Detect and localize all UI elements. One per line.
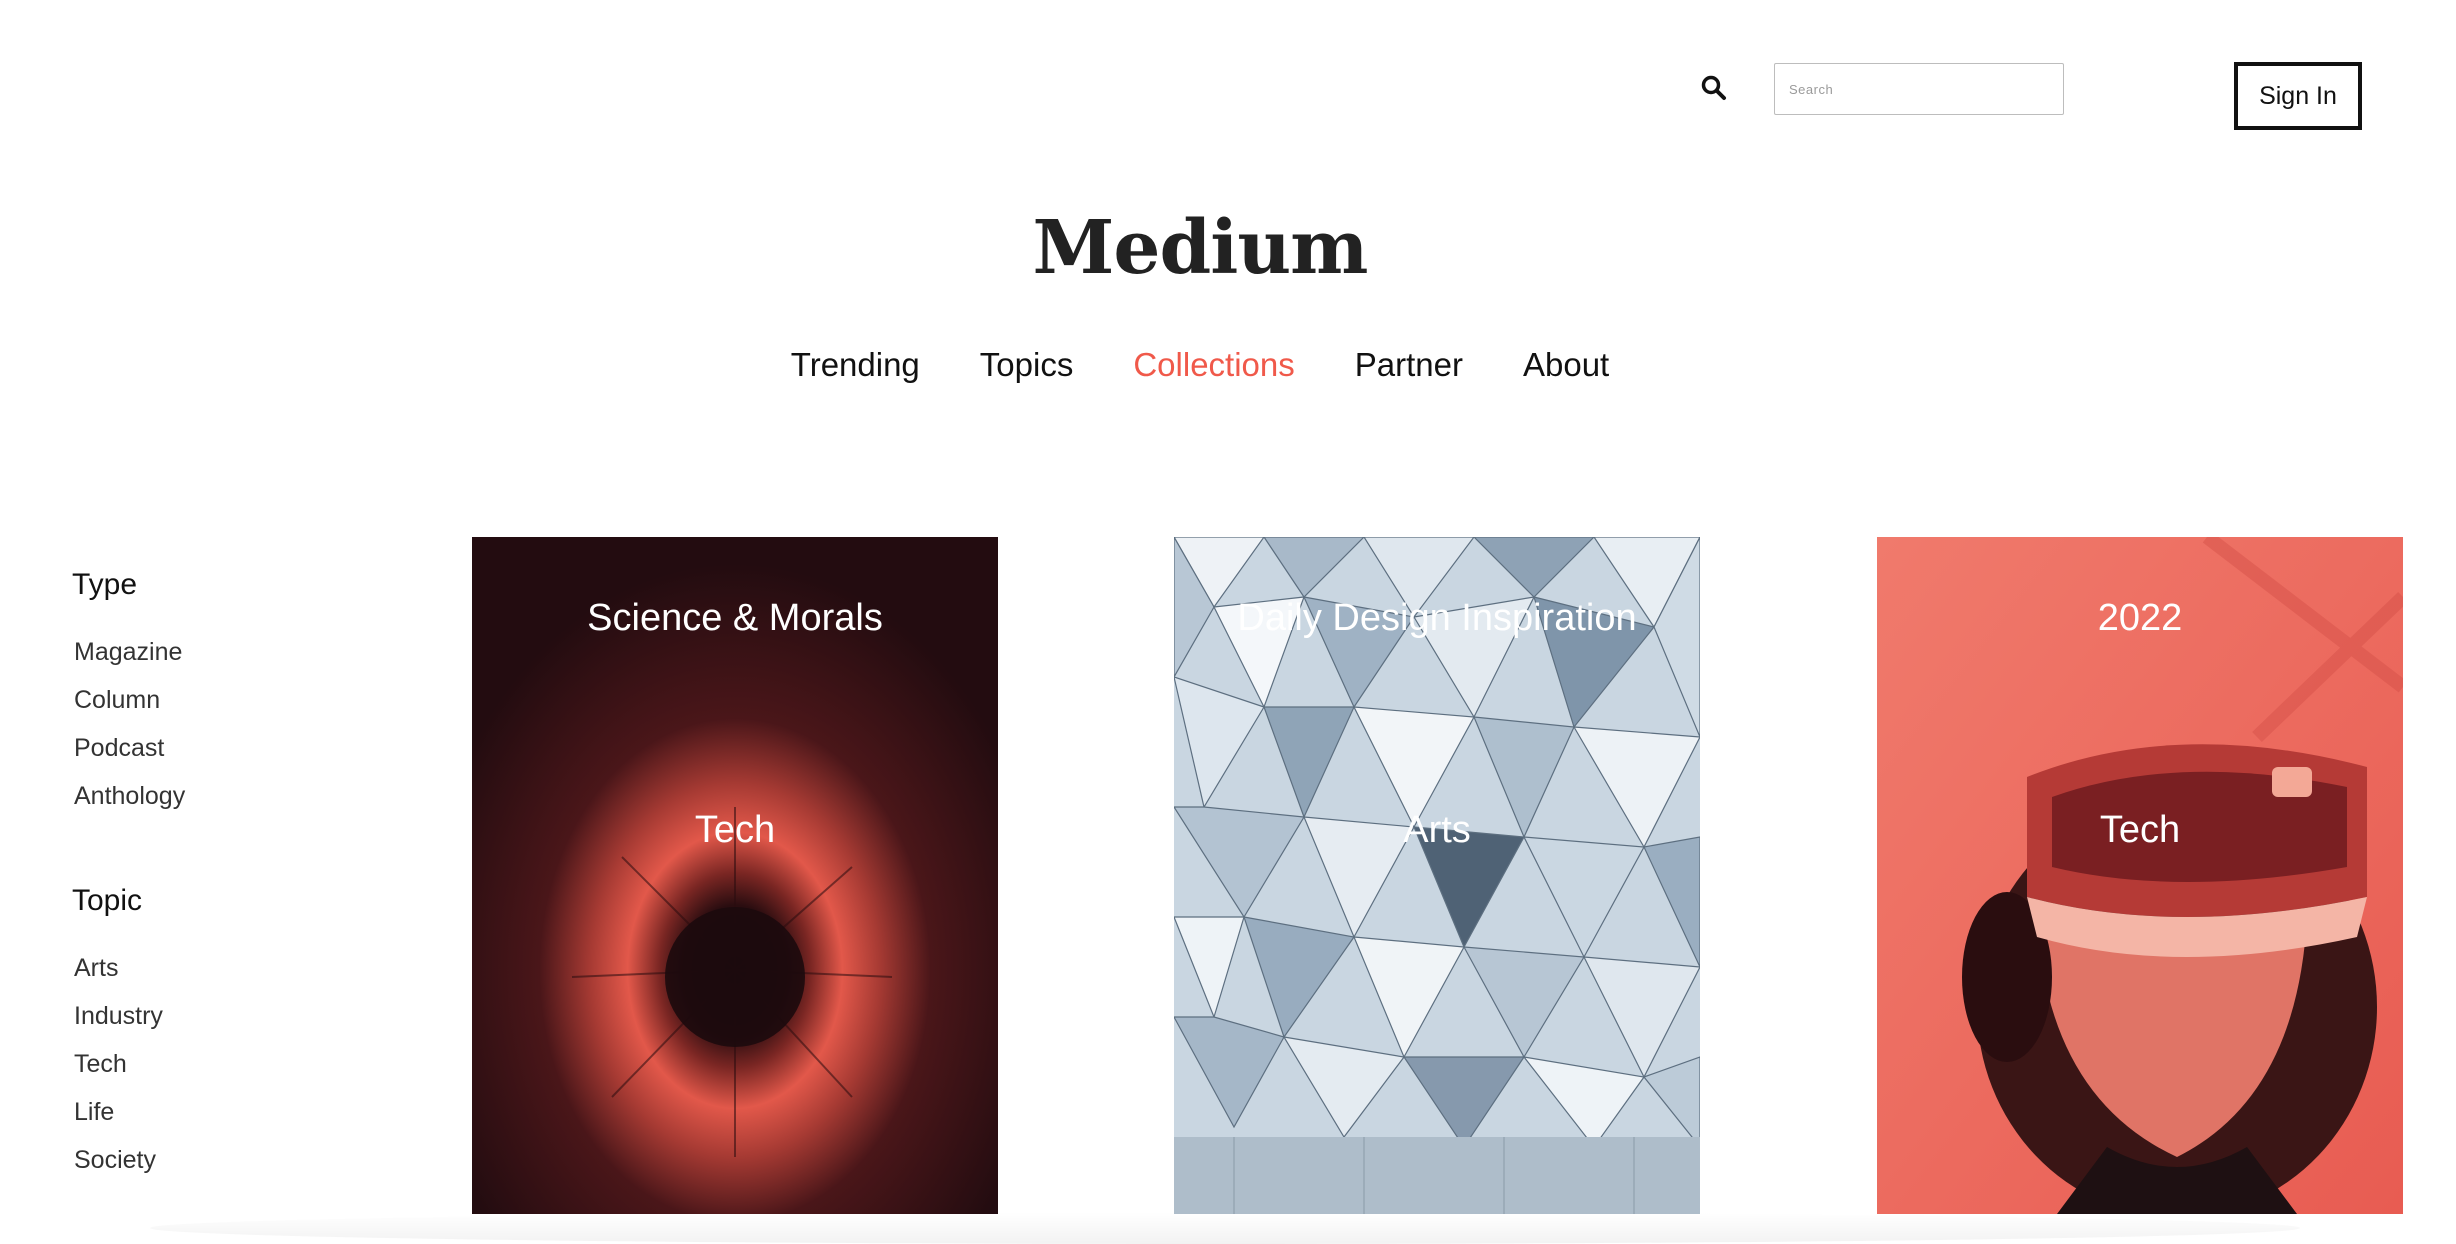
nav-topics[interactable]: Topics — [980, 346, 1074, 384]
search-icon[interactable] — [1700, 74, 1728, 102]
footer-shadow — [150, 1212, 2300, 1244]
type-heading: Type — [72, 568, 138, 601]
nav-trending[interactable]: Trending — [791, 346, 920, 384]
card-title: Science & Morals — [587, 597, 883, 639]
nav-partner[interactable]: Partner — [1355, 346, 1463, 384]
topic-heading: Topic — [72, 884, 143, 917]
type-item-anthology[interactable]: Anthology — [74, 772, 322, 820]
topic-item-arts[interactable]: Arts — [74, 944, 322, 992]
card-title: Daily Design Inspiration — [1237, 597, 1637, 639]
filter-sidebar: Type Magazine Column Podcast Anthology T… — [72, 568, 322, 1184]
main-nav: Trending Topics Collections Partner Abou… — [0, 346, 2400, 384]
card-tag: Tech — [694, 809, 776, 851]
nav-about[interactable]: About — [1523, 346, 1609, 384]
sign-in-button[interactable]: Sign In — [2234, 62, 2362, 130]
topic-item-life[interactable]: Life — [74, 1088, 322, 1136]
topic-item-tech[interactable]: Tech — [74, 1040, 322, 1088]
topic-item-society[interactable]: Society — [74, 1136, 322, 1184]
type-list: Magazine Column Podcast Anthology — [72, 628, 322, 820]
collection-card-2022[interactable]: 2022 Tech — [1877, 537, 2403, 1214]
type-item-magazine[interactable]: Magazine — [74, 628, 322, 676]
collection-card-daily-design-inspiration[interactable]: Daily Design Inspiration Arts — [1174, 537, 1700, 1214]
card-tag: Arts — [1403, 809, 1471, 851]
type-item-column[interactable]: Column — [74, 676, 322, 724]
site-logo[interactable]: Medium — [0, 205, 2400, 291]
nav-collections[interactable]: Collections — [1133, 346, 1294, 384]
type-item-podcast[interactable]: Podcast — [74, 724, 322, 772]
card-tag: Tech — [2099, 809, 2181, 851]
collection-card-science-morals[interactable]: Science & Morals Tech — [472, 537, 998, 1214]
card-title: 2022 — [2097, 597, 2183, 639]
search-input[interactable] — [1774, 63, 2064, 115]
topic-item-industry[interactable]: Industry — [74, 992, 322, 1040]
topic-list: Arts Industry Tech Life Society — [72, 944, 322, 1184]
